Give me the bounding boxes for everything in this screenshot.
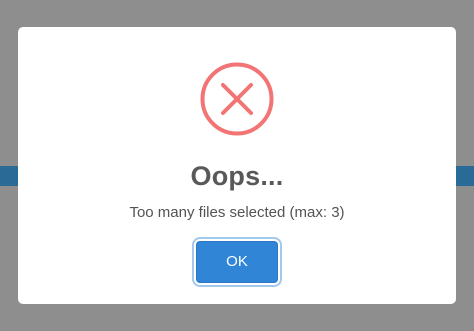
- ok-button[interactable]: OK: [196, 241, 278, 283]
- dialog-message: Too many files selected (max: 3): [129, 204, 345, 221]
- dialog-title: Oops...: [190, 161, 284, 191]
- background-page-bar-right: [454, 166, 474, 186]
- error-x-icon: [200, 62, 274, 136]
- error-dialog: Oops... Too many files selected (max: 3)…: [18, 27, 456, 304]
- background-page-bar-left: [0, 166, 20, 186]
